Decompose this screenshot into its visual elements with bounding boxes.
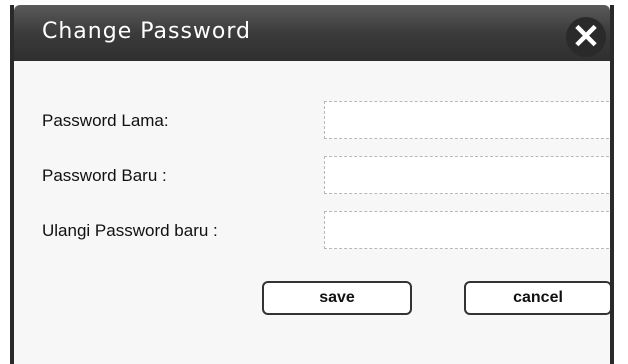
close-button[interactable]: ✕ [566,17,606,57]
new-password-label: Password Baru : [42,166,167,185]
dialog-title: Change Password [42,19,251,44]
new-password-field[interactable] [324,156,610,194]
close-icon: ✕ [571,18,601,56]
cancel-button[interactable]: cancel [464,281,610,315]
old-password-field[interactable] [324,101,610,139]
confirm-password-label: Ulangi Password baru : [42,221,218,240]
old-password-label: Password Lama: [42,111,169,130]
dialog-titlebar: Change Password ✕ [14,5,610,61]
change-password-dialog: Change Password ✕ Password Lama: Passwor… [10,5,614,364]
save-button[interactable]: save [262,281,412,315]
dialog-content: Password Lama: Password Baru : Ulangi Pa… [14,61,610,364]
confirm-password-field[interactable] [324,211,610,249]
